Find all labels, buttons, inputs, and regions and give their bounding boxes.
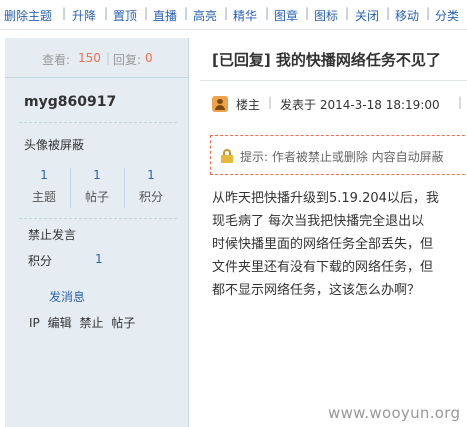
stat-divider: [124, 168, 125, 208]
admin-edit-link[interactable]: 编辑: [48, 316, 72, 330]
stat-posts-label: 帖子: [84, 190, 109, 204]
toolbar-separator: |: [184, 6, 189, 20]
toolbar-separator: |: [144, 6, 149, 20]
toolbar-icon[interactable]: 图标: [314, 7, 338, 24]
toolbar-stamp[interactable]: 图章: [274, 7, 298, 24]
toolbar-separator: |: [345, 6, 350, 20]
post-body-line: 时候快播里面的网络任务全部丢失，但: [212, 237, 434, 252]
credit-value: 1: [95, 252, 103, 266]
user-icon: [212, 96, 228, 112]
replies-label: 回复:: [113, 53, 142, 67]
thread-title: [已回复] 我的快播网络任务不见了: [212, 51, 441, 69]
stat-threads: 1 主题: [19, 168, 69, 205]
user-group-banned[interactable]: 禁止发言: [28, 226, 76, 243]
toolbar-move[interactable]: 移动: [395, 7, 419, 24]
stat-credits-value[interactable]: 1: [126, 168, 176, 182]
toolbar-highlight[interactable]: 高亮: [193, 7, 217, 24]
toolbar-close[interactable]: 关闭: [355, 7, 379, 24]
replies-count: 0: [145, 51, 153, 65]
send-message-link[interactable]: 发消息: [49, 288, 85, 305]
stat-divider: [70, 168, 71, 208]
blocked-content-notice: 提示: 作者被禁止或删除 内容自动屏蔽: [210, 135, 467, 175]
divider: [19, 218, 177, 219]
toolbar-delete-thread[interactable]: 删除主题: [4, 7, 52, 24]
toolbar-category[interactable]: 分类: [435, 7, 459, 24]
toolbar-separator: |: [224, 6, 229, 20]
stat-posts: 1 帖子: [72, 168, 122, 205]
toolbar-stick[interactable]: 置顶: [113, 7, 137, 24]
meta-separator: |: [458, 95, 463, 109]
stat-threads-value[interactable]: 1: [19, 168, 69, 182]
toolbar-separator: |: [62, 6, 67, 20]
credit-label: 积分: [28, 254, 53, 268]
post-body-line: 文件夹里还有没有下载的网络任务，但: [212, 260, 434, 275]
meta-separator: |: [268, 95, 273, 109]
stat-threads-label: 主题: [31, 190, 56, 204]
post-body-line: 都不显示网络任务，这该怎么办啊？: [212, 283, 421, 298]
views-count: 150: [78, 51, 101, 65]
post-timestamp: 发表于 2014-3-18 18:19:00: [280, 98, 440, 112]
moderation-toolbar: 删除主题 | 升降 | 置顶 | 直播 | 高亮 | 精华 | 图章 | 图标 …: [0, 0, 467, 30]
admin-posts-link[interactable]: 帖子: [111, 316, 135, 330]
toolbar-separator: |: [265, 6, 270, 20]
stat-credits: 1 积分: [126, 168, 176, 205]
toolbar-separator: |: [305, 6, 310, 20]
toolbar-digest[interactable]: 精华: [233, 7, 257, 24]
post-body-line: 现毛病了 每次当我把快播完全退出以: [212, 214, 425, 229]
toolbar-separator: |: [426, 6, 431, 20]
author-username[interactable]: myg860917: [24, 94, 116, 110]
admin-ip-link[interactable]: IP: [29, 316, 40, 330]
toolbar-live[interactable]: 直播: [153, 7, 177, 24]
post-body: 从昨天把快播升级到5.19.204以后，我 现毛病了 每次当我把快播完全退出以 …: [212, 187, 439, 302]
stats-separator: |: [106, 51, 111, 65]
title-divider: [200, 80, 467, 81]
original-poster-label: 楼主: [236, 98, 261, 112]
post-body-line: 从昨天把快播升级到5.19.204以后，我: [212, 191, 439, 206]
views-label: 查看:: [42, 53, 71, 67]
toolbar-separator: |: [104, 6, 109, 20]
thread-stats-bar: 查看: 150 | 回复: 0: [5, 38, 189, 78]
stat-posts-value[interactable]: 1: [72, 168, 122, 182]
admin-ban-link[interactable]: 禁止: [79, 316, 103, 330]
author-sidebar: 查看: 150 | 回复: 0 myg860917 头像被屏蔽 1 主题 1 帖…: [5, 38, 189, 427]
toolbar-bump[interactable]: 升降: [72, 7, 96, 24]
stat-credits-label: 积分: [138, 190, 163, 204]
toolbar-separator: |: [386, 6, 391, 20]
lock-icon: [221, 149, 233, 163]
watermark: www.wooyun.org: [328, 404, 461, 422]
admin-links: IP 编辑 禁止 帖子: [29, 314, 139, 331]
divider: [19, 122, 177, 123]
notice-text: 提示: 作者被禁止或删除 内容自动屏蔽: [240, 150, 444, 164]
avatar-blocked-text: 头像被屏蔽: [24, 138, 85, 152]
